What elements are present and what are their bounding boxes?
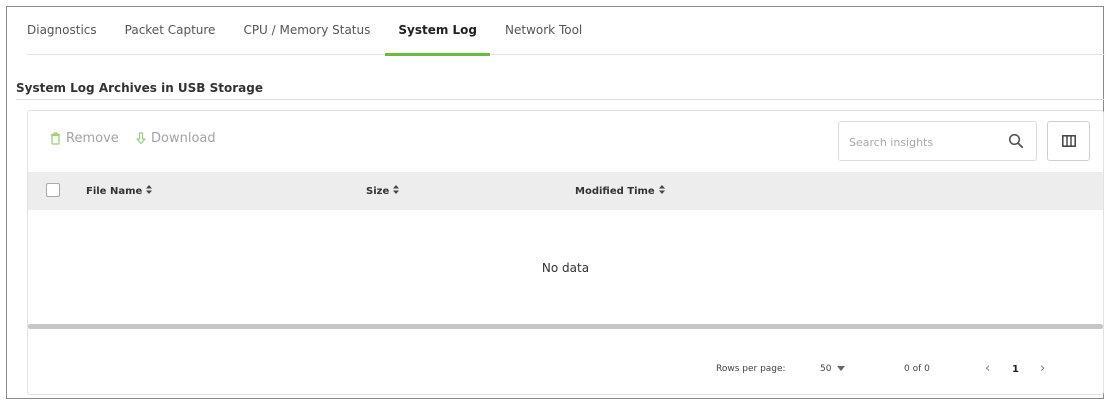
horizontal-scrollbar[interactable]: [28, 324, 1103, 329]
columns-icon: [1061, 132, 1076, 151]
search-icon[interactable]: [1008, 133, 1024, 153]
tab-packet-capture[interactable]: Packet Capture: [125, 13, 216, 55]
search-box: [838, 121, 1037, 161]
column-settings-button[interactable]: [1047, 121, 1090, 161]
scrollbar-thumb[interactable]: [28, 324, 1103, 329]
download-button-label: Download: [151, 131, 216, 146]
rows-per-page-select[interactable]: 50: [820, 364, 846, 374]
rows-per-page-value: 50: [820, 364, 832, 374]
dropdown-arrow-icon: [837, 364, 846, 374]
empty-state-text: No data: [541, 261, 590, 275]
previous-page-icon[interactable]: ‹: [985, 361, 990, 376]
archive-table-panel: Remove Download Search insights File Nam…: [27, 110, 1104, 395]
column-header-label: Size: [366, 185, 390, 197]
search-input[interactable]: [849, 132, 989, 152]
trash-icon: [50, 132, 61, 145]
column-header-label: Modified Time: [575, 185, 655, 197]
tab-diagnostics[interactable]: Diagnostics: [27, 13, 97, 55]
section-divider: [16, 99, 1104, 100]
section-title: System Log Archives in USB Storage: [16, 81, 263, 95]
rows-per-page-label: Rows per page:: [716, 364, 786, 374]
download-arrow-icon: [136, 132, 146, 145]
current-page-number[interactable]: 1: [1012, 364, 1019, 375]
remove-button-label: Remove: [66, 131, 119, 146]
sort-icon: [393, 185, 400, 197]
table-header: File Name Size Modified Time: [28, 172, 1103, 210]
remove-button[interactable]: Remove: [50, 131, 119, 146]
sort-icon: [658, 185, 665, 197]
pagination-range: 0 of 0: [904, 364, 930, 374]
column-header-size[interactable]: Size: [366, 185, 400, 197]
tab-network-tool[interactable]: Network Tool: [505, 13, 582, 55]
tab-cpu-memory-status[interactable]: CPU / Memory Status: [243, 13, 370, 55]
column-header-label: File Name: [86, 185, 143, 197]
tab-system-log[interactable]: System Log: [385, 13, 490, 56]
page-frame: Diagnostics Packet Capture CPU / Memory …: [6, 6, 1105, 399]
select-all-checkbox[interactable]: [46, 183, 60, 197]
column-header-modified-time[interactable]: Modified Time: [575, 185, 665, 197]
download-button[interactable]: Download: [136, 131, 216, 146]
next-page-icon[interactable]: ›: [1040, 361, 1045, 376]
column-header-file-name[interactable]: File Name: [86, 185, 153, 197]
sort-icon: [146, 185, 153, 197]
tab-bar: Diagnostics Packet Capture CPU / Memory …: [27, 13, 1105, 56]
